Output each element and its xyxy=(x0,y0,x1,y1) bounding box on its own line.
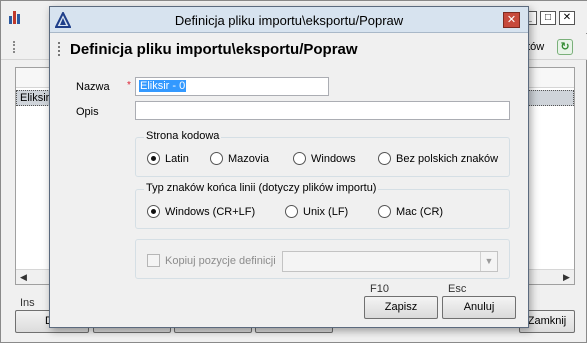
radio-label: Latin xyxy=(165,152,189,165)
copy-positions-label: Kopiuj pozycje definicji xyxy=(165,254,276,267)
save-shortcut-hint: F10 xyxy=(370,283,389,295)
radio-icon xyxy=(293,152,306,165)
radio-label: Unix (LF) xyxy=(303,205,349,218)
refresh-icon[interactable]: ↻ xyxy=(557,39,573,55)
name-field-value: Eliksir - 0 xyxy=(139,80,187,92)
name-label: Nazwa xyxy=(76,81,110,93)
radio-label: Bez polskich znaków xyxy=(396,152,499,165)
radio-label: Windows (CR+LF) xyxy=(165,205,256,218)
radio-icon xyxy=(285,205,298,218)
copy-definition-group: Kopiuj pozycje definicji ▼ xyxy=(135,239,510,279)
codepage-group: Strona kodowa Latin Mazovia Windows Bez … xyxy=(135,130,510,177)
list-item-label: Eliksir xyxy=(20,92,50,104)
cancel-button[interactable]: Anuluj xyxy=(442,296,516,319)
maximize-icon[interactable]: □ xyxy=(540,11,556,25)
radio-label: Windows xyxy=(311,152,356,165)
radio-icon xyxy=(378,205,391,218)
dialog-close-icon[interactable]: ✕ xyxy=(503,12,520,28)
cancel-shortcut-hint: Esc xyxy=(448,283,467,295)
checkbox-icon xyxy=(147,254,160,267)
close-icon[interactable]: ✕ xyxy=(559,11,575,25)
scroll-left-icon[interactable]: ◀ xyxy=(16,271,31,284)
codepage-no-polish-radio[interactable]: Bez polskich znaków xyxy=(378,152,498,165)
dialog-header: Definicja pliku importu\eksportu/Popraw xyxy=(50,34,528,64)
line-ending-group: Typ znaków końca linii (dotyczy plików i… xyxy=(135,182,510,229)
dialog-titlebar[interactable]: Definicja pliku importu\eksportu/Popraw … xyxy=(50,7,528,33)
radio-label: Mazovia xyxy=(228,152,269,165)
line-ending-mac-radio[interactable]: Mac (CR) xyxy=(378,205,443,218)
definition-dialog: Definicja pliku importu\eksportu/Popraw … xyxy=(49,6,529,328)
name-field[interactable]: Eliksir - 0 xyxy=(135,77,329,96)
copy-positions-checkbox[interactable]: Kopiuj pozycje definicji xyxy=(147,254,276,267)
codepage-group-title: Strona kodowa xyxy=(144,130,222,142)
radio-icon xyxy=(210,152,223,165)
codepage-windows-radio[interactable]: Windows xyxy=(293,152,356,165)
dialog-title: Definicja pliku importu\eksportu/Popraw xyxy=(174,13,404,28)
radio-selected-icon xyxy=(147,205,160,218)
radio-selected-icon xyxy=(147,152,160,165)
required-marker: * xyxy=(127,80,131,91)
codepage-latin-radio[interactable]: Latin xyxy=(147,152,189,165)
description-label: Opis xyxy=(76,106,99,118)
line-ending-group-title: Typ znaków końca linii (dotyczy plików i… xyxy=(144,182,379,194)
description-field[interactable] xyxy=(135,101,510,120)
dialog-heading: Definicja pliku importu\eksportu/Popraw xyxy=(70,41,358,58)
line-ending-unix-radio[interactable]: Unix (LF) xyxy=(285,205,348,218)
line-ending-windows-radio[interactable]: Windows (CR+LF) xyxy=(147,205,255,218)
header-grip xyxy=(58,42,61,56)
radio-icon xyxy=(378,152,391,165)
radio-label: Mac (CR) xyxy=(396,205,444,218)
insert-mode-status: Ins xyxy=(20,297,35,309)
chevron-down-icon[interactable]: ▼ xyxy=(480,252,497,271)
app-chart-icon xyxy=(9,10,23,24)
scroll-right-icon[interactable]: ▶ xyxy=(559,271,574,284)
toolbar-grip xyxy=(13,41,16,53)
save-button[interactable]: Zapisz xyxy=(364,296,438,319)
copy-source-combo[interactable]: ▼ xyxy=(282,251,498,272)
codepage-mazovia-radio[interactable]: Mazovia xyxy=(210,152,269,165)
